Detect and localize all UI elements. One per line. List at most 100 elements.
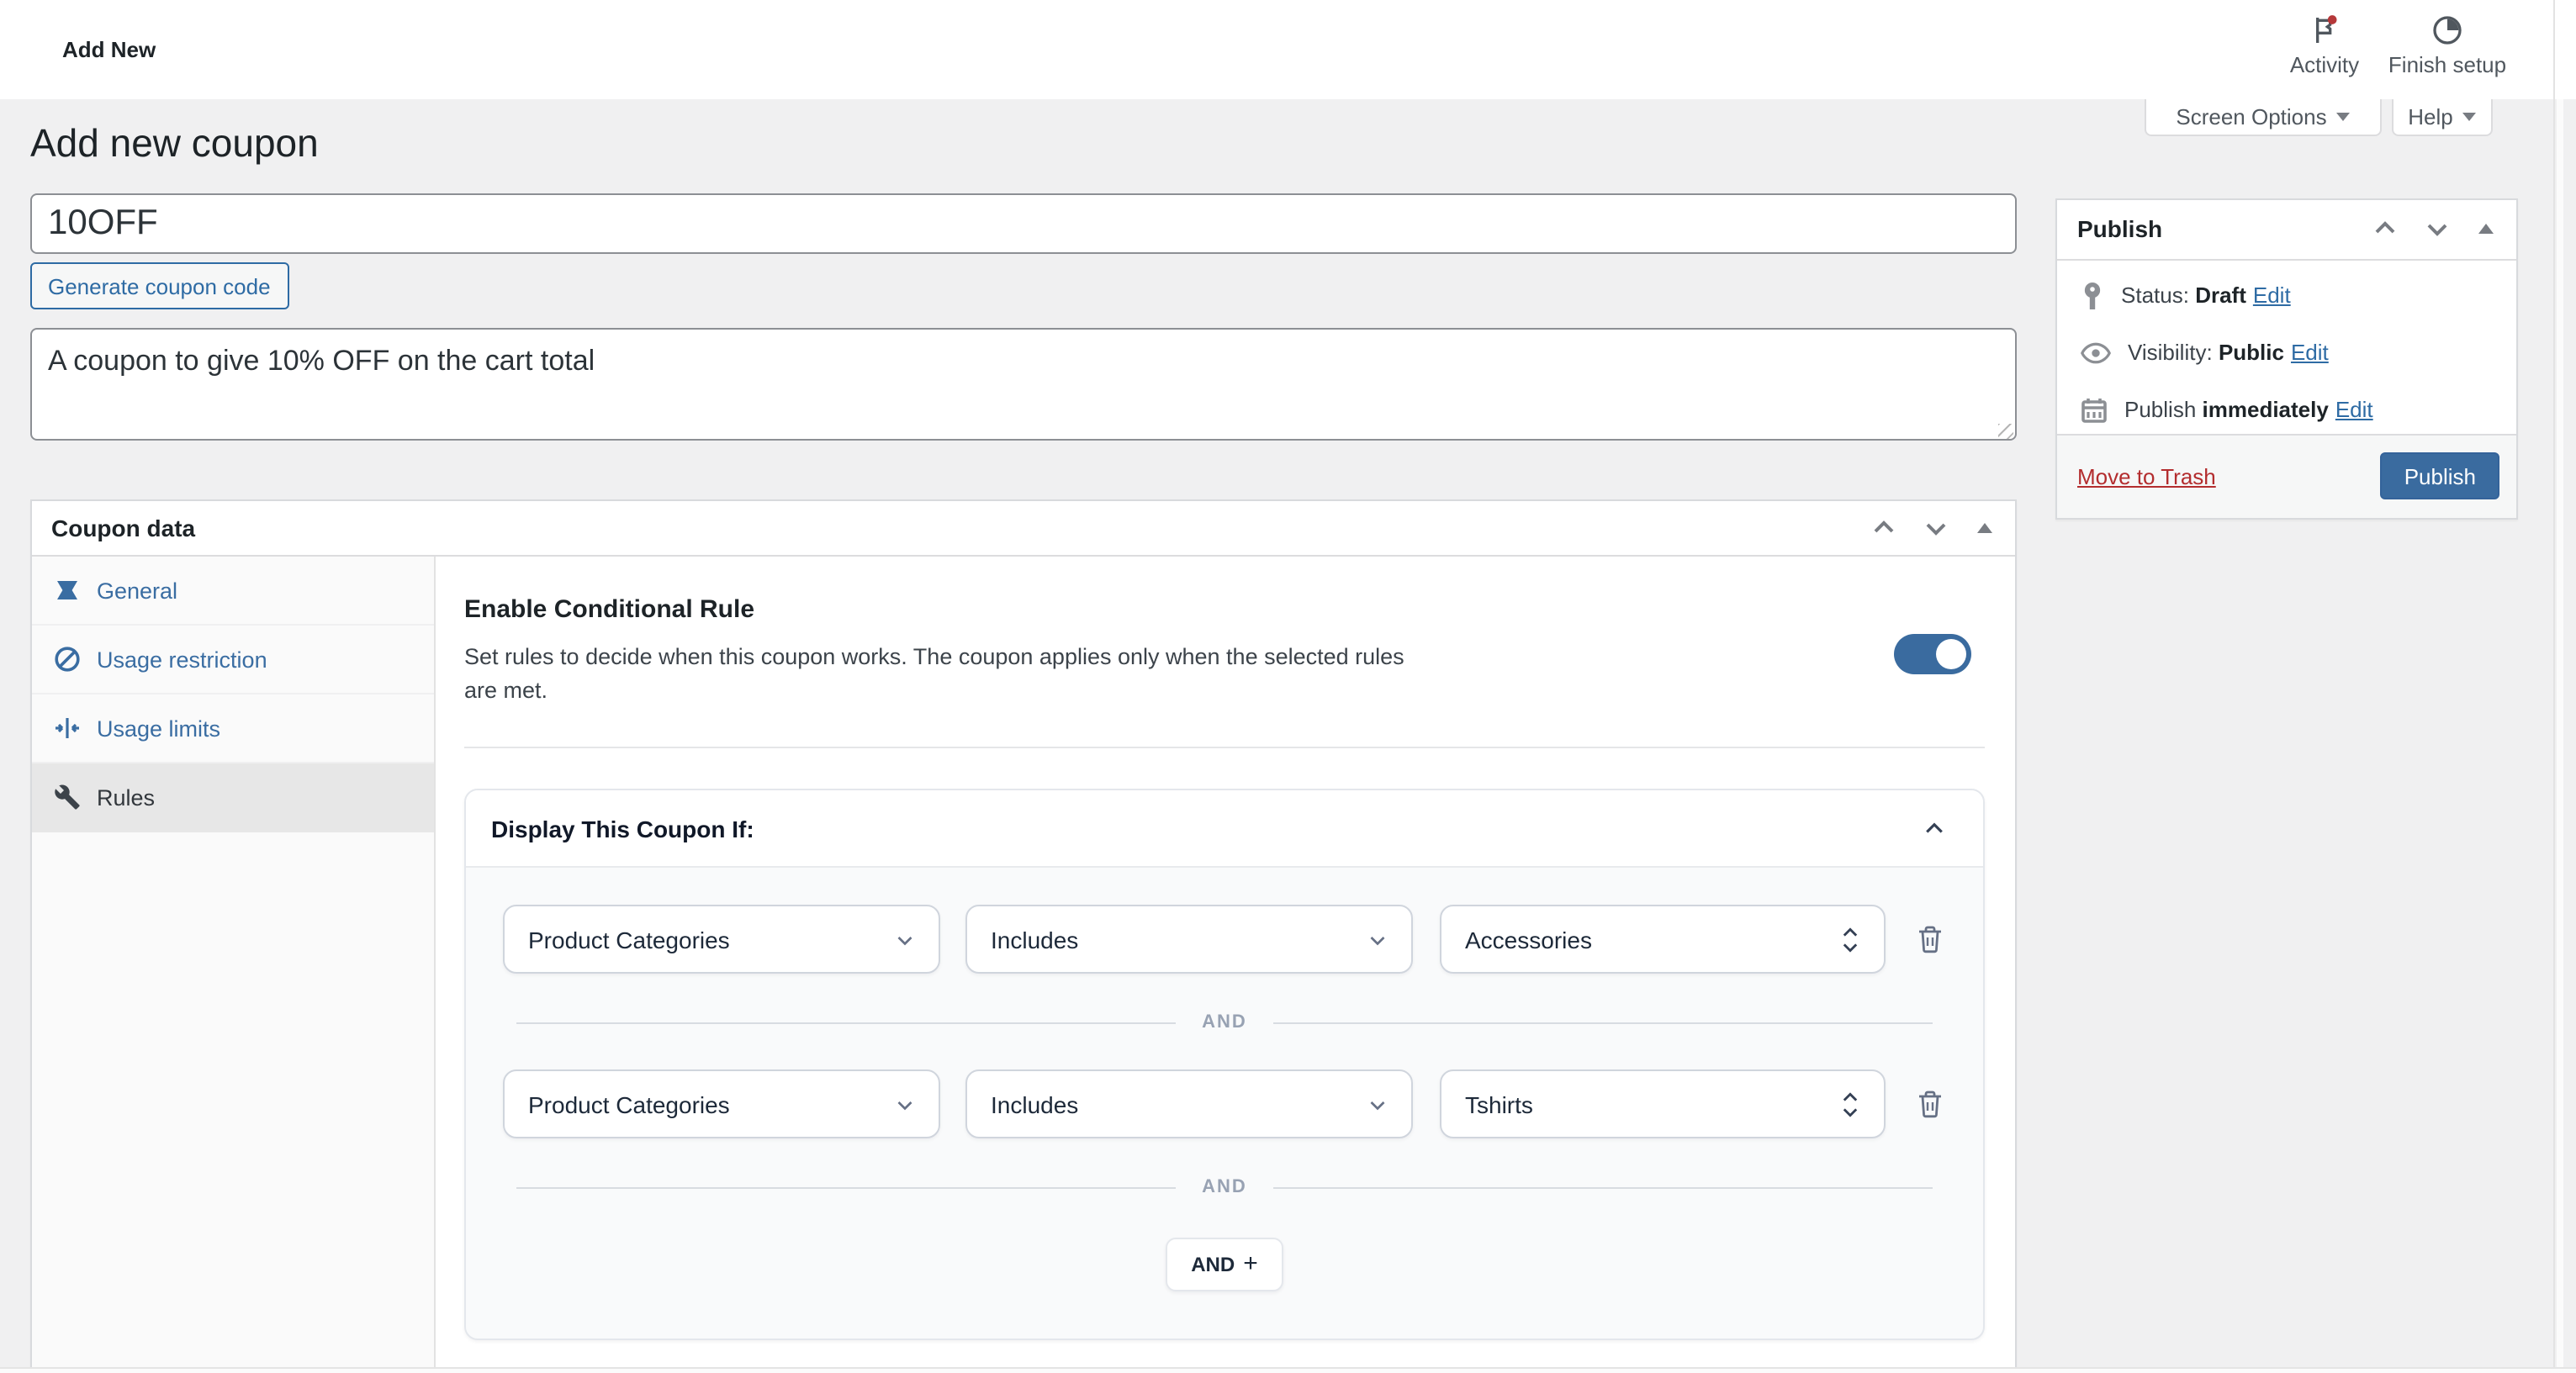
- publish-panel-header: Publish: [2057, 199, 2516, 260]
- publish-footer: Move to Trash Publish: [2057, 433, 2516, 517]
- coupon-code-input[interactable]: [29, 193, 2016, 254]
- section-divider: [464, 747, 1985, 748]
- ticket-icon: [53, 577, 80, 604]
- scrollbar-gutter[interactable]: [2552, 0, 2576, 1373]
- finish-setup-label: Finish setup: [2388, 52, 2506, 77]
- select-value: Product Categories: [528, 1090, 730, 1117]
- trash-icon: [1917, 925, 1943, 953]
- select-value: Includes: [991, 1090, 1078, 1117]
- tab-rules[interactable]: Rules: [31, 763, 433, 832]
- tab-label: General: [97, 578, 177, 603]
- generate-coupon-code-button[interactable]: Generate coupon code: [29, 262, 289, 309]
- finish-setup-button[interactable]: Finish setup: [2382, 13, 2513, 77]
- tab-label: Usage limits: [97, 716, 220, 741]
- horizontal-scrollbar[interactable]: [0, 1367, 2576, 1373]
- visibility-row: Visibility: PublicEdit: [2081, 335, 2496, 369]
- publish-rows: Status: DraftEdit Visibility: PublicEdit…: [2057, 260, 2516, 426]
- activity-button[interactable]: Activity: [2274, 13, 2375, 77]
- coupon-description-textarea[interactable]: A coupon to give 10% OFF on the cart tot…: [29, 328, 2016, 441]
- activity-label: Activity: [2290, 52, 2359, 77]
- visibility-text: Visibility: PublicEdit: [2128, 340, 2329, 365]
- rule-builder-header: Display This Coupon If:: [466, 790, 1983, 868]
- rule-operator-select[interactable]: Includes: [965, 905, 1413, 974]
- rule-value-select[interactable]: Tshirts: [1440, 1069, 1886, 1138]
- collapse-triangle-icon[interactable]: [2476, 219, 2496, 239]
- add-rule-button[interactable]: AND +: [1166, 1238, 1283, 1291]
- and-label: AND: [1202, 1177, 1247, 1197]
- collapse-triangle-icon[interactable]: [1975, 518, 1995, 538]
- wrench-icon: [53, 784, 80, 811]
- schedule-row: Publish immediatelyEdit: [2081, 393, 2496, 426]
- admin-page: Add New Activity Finish setup ) S: [0, 0, 2576, 1373]
- pin-icon: [2081, 280, 2104, 310]
- enable-rule-toggle[interactable]: [1894, 634, 1971, 674]
- rule-value-select[interactable]: Accessories: [1440, 905, 1886, 974]
- toggle-knob: [1936, 639, 1966, 669]
- breadcrumb: Add New: [62, 37, 156, 62]
- textarea-resize-handle[interactable]: [1998, 424, 2013, 439]
- select-value: Product Categories: [528, 926, 730, 953]
- add-rule-wrap: AND +: [503, 1238, 1946, 1291]
- and-divider: AND: [516, 1012, 1933, 1032]
- rule-builder-title: Display This Coupon If:: [491, 815, 754, 842]
- tab-label: Usage restriction: [97, 647, 267, 672]
- chevron-down-icon: [1367, 1094, 1388, 1114]
- calendar-icon: [2081, 396, 2108, 423]
- enable-rule-heading: Enable Conditional Rule: [464, 595, 754, 624]
- move-up-icon[interactable]: [2372, 215, 2399, 242]
- stepper-icon: [1840, 924, 1860, 954]
- delete-rule-button[interactable]: [1917, 925, 1943, 953]
- publish-panel: Publish Status: DraftEdit Visibility: Pu…: [2055, 198, 2518, 519]
- edit-schedule-link[interactable]: Edit: [2335, 397, 2373, 422]
- help-label: Help: [2408, 103, 2453, 129]
- no-entry-icon: [53, 646, 80, 673]
- help-toggle[interactable]: Help: [2392, 98, 2493, 135]
- chevron-up-icon[interactable]: [1923, 816, 1946, 840]
- limit-arrows-icon: [53, 715, 80, 742]
- tab-usage-restriction[interactable]: Usage restriction: [31, 626, 433, 694]
- rule-field-select[interactable]: Product Categories: [503, 1069, 940, 1138]
- enable-rule-description: Set rules to decide when this coupon wor…: [464, 641, 1436, 708]
- edit-visibility-link[interactable]: Edit: [2291, 340, 2329, 365]
- screen-options-label: Screen Options: [2176, 103, 2326, 129]
- add-rule-label: AND: [1191, 1253, 1235, 1276]
- publish-panel-title: Publish: [2077, 215, 2162, 242]
- status-text: Status: DraftEdit: [2121, 283, 2291, 308]
- tab-label: Rules: [97, 784, 155, 810]
- rule-row: Product Categories Includes Accessories: [503, 905, 1946, 974]
- tab-usage-limits[interactable]: Usage limits: [31, 694, 433, 763]
- rule-row: Product Categories Includes Tshirts: [503, 1069, 1946, 1138]
- move-down-icon[interactable]: [1923, 515, 1949, 541]
- chevron-down-icon: [895, 1094, 915, 1114]
- schedule-text: Publish immediatelyEdit: [2124, 397, 2373, 422]
- stepper-icon: [1840, 1089, 1860, 1119]
- publish-button[interactable]: Publish: [2381, 452, 2499, 499]
- chevron-down-icon: [895, 929, 915, 949]
- topbar: Add New Activity Finish setup: [0, 0, 2552, 98]
- move-down-icon[interactable]: [2424, 215, 2451, 242]
- move-up-icon[interactable]: [1870, 515, 1897, 541]
- flag-icon: [2308, 13, 2341, 47]
- move-to-trash-link[interactable]: Move to Trash: [2077, 463, 2216, 488]
- coupon-data-tabs: General Usage restriction Usage limits R…: [31, 557, 435, 1373]
- trash-icon: [1917, 1090, 1943, 1118]
- rule-builder-card: Display This Coupon If: Product Categori…: [464, 789, 1985, 1339]
- select-value: Accessories: [1465, 926, 1592, 953]
- and-label: AND: [1202, 1012, 1247, 1032]
- chevron-down-icon: [1367, 929, 1388, 949]
- edit-status-link[interactable]: Edit: [2253, 283, 2291, 308]
- coupon-data-header: Coupon data: [31, 501, 2015, 557]
- select-value: Includes: [991, 926, 1078, 953]
- plus-icon: +: [1243, 1249, 1258, 1278]
- rule-field-select[interactable]: Product Categories: [503, 905, 940, 974]
- page-title: Add new coupon: [30, 121, 319, 166]
- select-value: Tshirts: [1465, 1090, 1533, 1117]
- rule-operator-select[interactable]: Includes: [965, 1069, 1413, 1138]
- screen-options-toggle[interactable]: Screen Options: [2145, 98, 2382, 135]
- and-divider: AND: [516, 1177, 1933, 1197]
- eye-icon: [2081, 341, 2111, 364]
- status-row: Status: DraftEdit: [2081, 278, 2496, 312]
- tab-general[interactable]: General: [31, 557, 433, 626]
- chevron-down-icon: [2337, 112, 2351, 120]
- delete-rule-button[interactable]: [1917, 1090, 1943, 1118]
